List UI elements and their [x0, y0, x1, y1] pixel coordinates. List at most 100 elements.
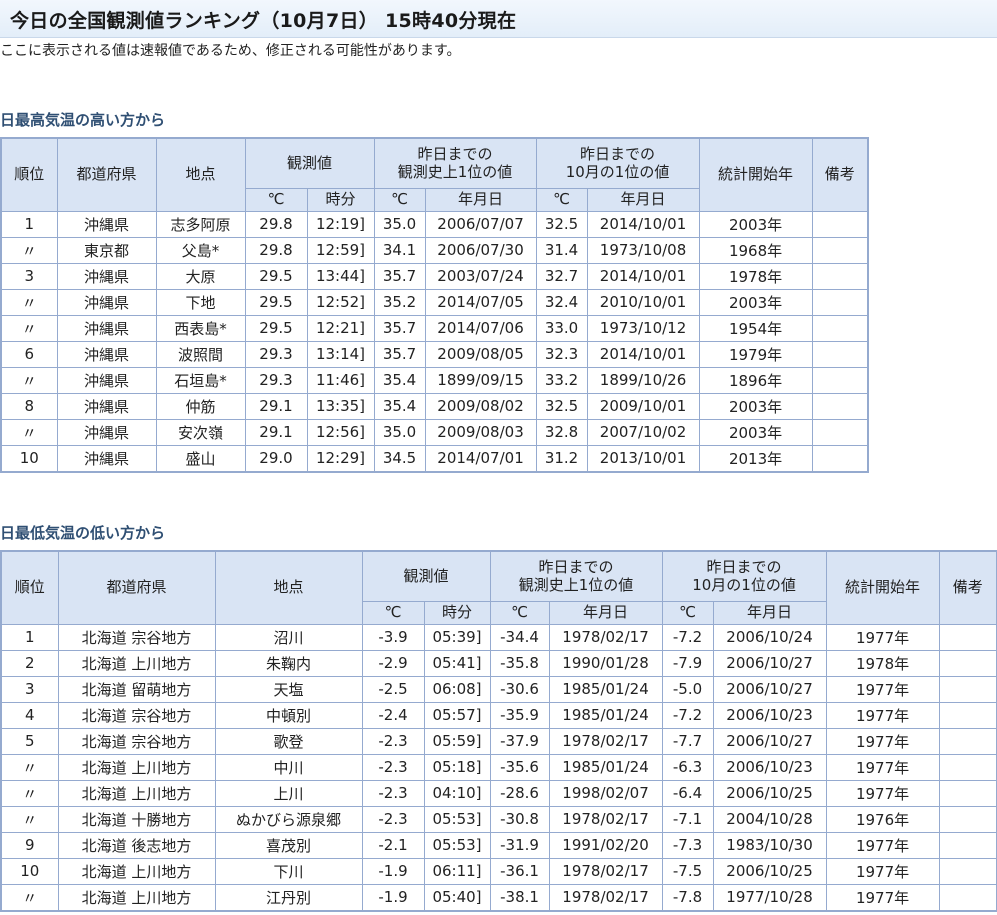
- observed-time-cell: 05:41]: [423, 649, 491, 677]
- observed-time-cell: 11:46]: [306, 366, 375, 394]
- remarks-cell: [938, 649, 997, 677]
- header-record-line1: 昨日までの: [417, 144, 493, 163]
- rank-cell: 8: [0, 392, 58, 420]
- header-record-date: 年月日: [548, 600, 663, 625]
- header-remarks: 備考: [938, 550, 997, 625]
- record-date-cell: 2009/08/02: [424, 392, 537, 420]
- start-year-cell: 1976年: [825, 805, 940, 833]
- record-temp-cell: -35.9: [489, 701, 550, 729]
- rank-cell: 〃: [0, 883, 59, 911]
- header-prefecture: 都道府県: [56, 137, 157, 212]
- table-row: 5 北海道 宗谷地方 歌登 -2.3 05:59] -37.9 1978/02/17 -7.7…: [0, 727, 997, 755]
- remarks-cell: [938, 779, 997, 807]
- month-date-cell: 1973/10/08: [586, 236, 700, 264]
- rank-cell: 1: [0, 623, 59, 651]
- header-all-time-record: 昨日までの 観測史上1位の値: [489, 550, 663, 602]
- observed-temp-cell: -2.3: [361, 753, 425, 781]
- month-date-cell: 2014/10/01: [586, 210, 700, 238]
- remarks-cell: [938, 727, 997, 755]
- month-date-cell: 2014/10/01: [586, 262, 700, 290]
- remarks-cell: [811, 418, 869, 446]
- record-date-cell: 1985/01/24: [548, 701, 663, 729]
- month-temp-cell: -6.4: [661, 779, 714, 807]
- remarks-cell: [811, 444, 869, 472]
- record-date-cell: 2006/07/07: [424, 210, 537, 238]
- point-cell: 仲筋: [155, 392, 246, 420]
- month-date-cell: 2007/10/02: [586, 418, 700, 446]
- point-cell: 中川: [214, 753, 363, 781]
- observed-time-cell: 12:52]: [306, 288, 375, 316]
- month-date-cell: 2006/10/27: [712, 675, 827, 703]
- table-row: 10 北海道 上川地方 下川 -1.9 06:11] -36.1 1978/02/17 -7.…: [0, 857, 997, 885]
- month-date-cell: 2006/10/25: [712, 857, 827, 885]
- record-date-cell: 1978/02/17: [548, 883, 663, 911]
- observed-temp-cell: -2.5: [361, 675, 425, 703]
- month-date-cell: 2006/10/27: [712, 649, 827, 677]
- observed-temp-cell: -1.9: [361, 857, 425, 885]
- start-year-cell: 1977年: [825, 831, 940, 859]
- table-row: 9 北海道 後志地方 喜茂別 -2.1 05:53] -31.9 1991/02/20 -7.…: [0, 831, 997, 859]
- table-row: 3 沖縄県 大原 29.5 13:44] 35.7 2003/07/24 32.7 2014/1…: [0, 262, 869, 290]
- observed-time-cell: 05:59]: [423, 727, 491, 755]
- header-remarks: 備考: [811, 137, 869, 212]
- record-date-cell: 1899/09/15: [424, 366, 537, 394]
- rank-cell: 4: [0, 701, 59, 729]
- rank-cell: 6: [0, 340, 58, 368]
- observed-temp-cell: 29.0: [244, 444, 308, 472]
- rank-cell: 1: [0, 210, 58, 238]
- month-date-cell: 2006/10/27: [712, 727, 827, 755]
- prefecture-cell: 北海道 十勝地方: [57, 805, 216, 833]
- header-rank: 順位: [0, 137, 58, 212]
- observed-time-cell: 06:08]: [423, 675, 491, 703]
- record-temp-cell: -30.8: [489, 805, 550, 833]
- point-cell: 西表島*: [155, 314, 246, 342]
- record-temp-cell: 35.7: [373, 340, 426, 368]
- start-year-cell: 1979年: [698, 340, 813, 368]
- month-temp-cell: -7.2: [661, 623, 714, 651]
- prefecture-cell: 北海道 宗谷地方: [57, 727, 216, 755]
- start-year-cell: 1978年: [825, 649, 940, 677]
- low-temp-ranking-table: 順位 都道府県 地点 観測値 昨日までの 観測史上1位の値 昨日までの 10月の1位…: [0, 550, 997, 912]
- record-date-cell: 1990/01/28: [548, 649, 663, 677]
- high-temp-section-title: 日最高気温の高い方から: [0, 111, 166, 129]
- prefecture-cell: 東京都: [56, 236, 157, 264]
- rank-cell: 〃: [0, 314, 58, 342]
- prefecture-cell: 沖縄県: [56, 314, 157, 342]
- record-date-cell: 2014/07/06: [424, 314, 537, 342]
- rank-cell: 10: [0, 444, 58, 472]
- remarks-cell: [811, 392, 869, 420]
- observed-temp-cell: -2.3: [361, 779, 425, 807]
- month-temp-cell: -7.2: [661, 701, 714, 729]
- header-start-year: 統計開始年: [698, 137, 813, 212]
- record-date-cell: 2009/08/03: [424, 418, 537, 446]
- point-cell: 盛山: [155, 444, 246, 472]
- observed-time-cell: 05:39]: [423, 623, 491, 651]
- month-date-cell: 2006/10/23: [712, 753, 827, 781]
- header-month-date: 年月日: [586, 187, 700, 212]
- record-temp-cell: -38.1: [489, 883, 550, 911]
- table-row: 〃沖縄県 安次嶺 29.1 12:56] 35.0 2009/08/03 32.8 2007/…: [0, 418, 869, 446]
- table-row: 〃北海道 上川地方 上川 -2.3 04:10] -28.6 1998/02/07 -6.4…: [0, 779, 997, 807]
- header-point: 地点: [155, 137, 246, 212]
- prefecture-cell: 沖縄県: [56, 366, 157, 394]
- header-time: 時分: [423, 600, 491, 625]
- observed-temp-cell: -3.9: [361, 623, 425, 651]
- start-year-cell: 1977年: [825, 883, 940, 911]
- prefecture-cell: 北海道 上川地方: [57, 857, 216, 885]
- header-record-line1: 昨日までの: [538, 557, 614, 576]
- remarks-cell: [811, 262, 869, 290]
- table-row: 〃沖縄県 石垣島* 29.3 11:46] 35.4 1899/09/15 33.2 1899…: [0, 366, 869, 394]
- month-temp-cell: 32.5: [535, 210, 588, 238]
- header-temp-unit: ℃: [244, 187, 308, 212]
- start-year-cell: 1977年: [825, 779, 940, 807]
- remarks-cell: [811, 366, 869, 394]
- record-temp-cell: 35.7: [373, 314, 426, 342]
- point-cell: 江丹別: [214, 883, 363, 911]
- remarks-cell: [938, 701, 997, 729]
- start-year-cell: 1954年: [698, 314, 813, 342]
- rank-cell: 3: [0, 262, 58, 290]
- record-temp-cell: 35.7: [373, 262, 426, 290]
- point-cell: 朱鞠内: [214, 649, 363, 677]
- start-year-cell: 2003年: [698, 210, 813, 238]
- table-row: 8 沖縄県 仲筋 29.1 13:35] 35.4 2009/08/02 32.5 2009/1…: [0, 392, 869, 420]
